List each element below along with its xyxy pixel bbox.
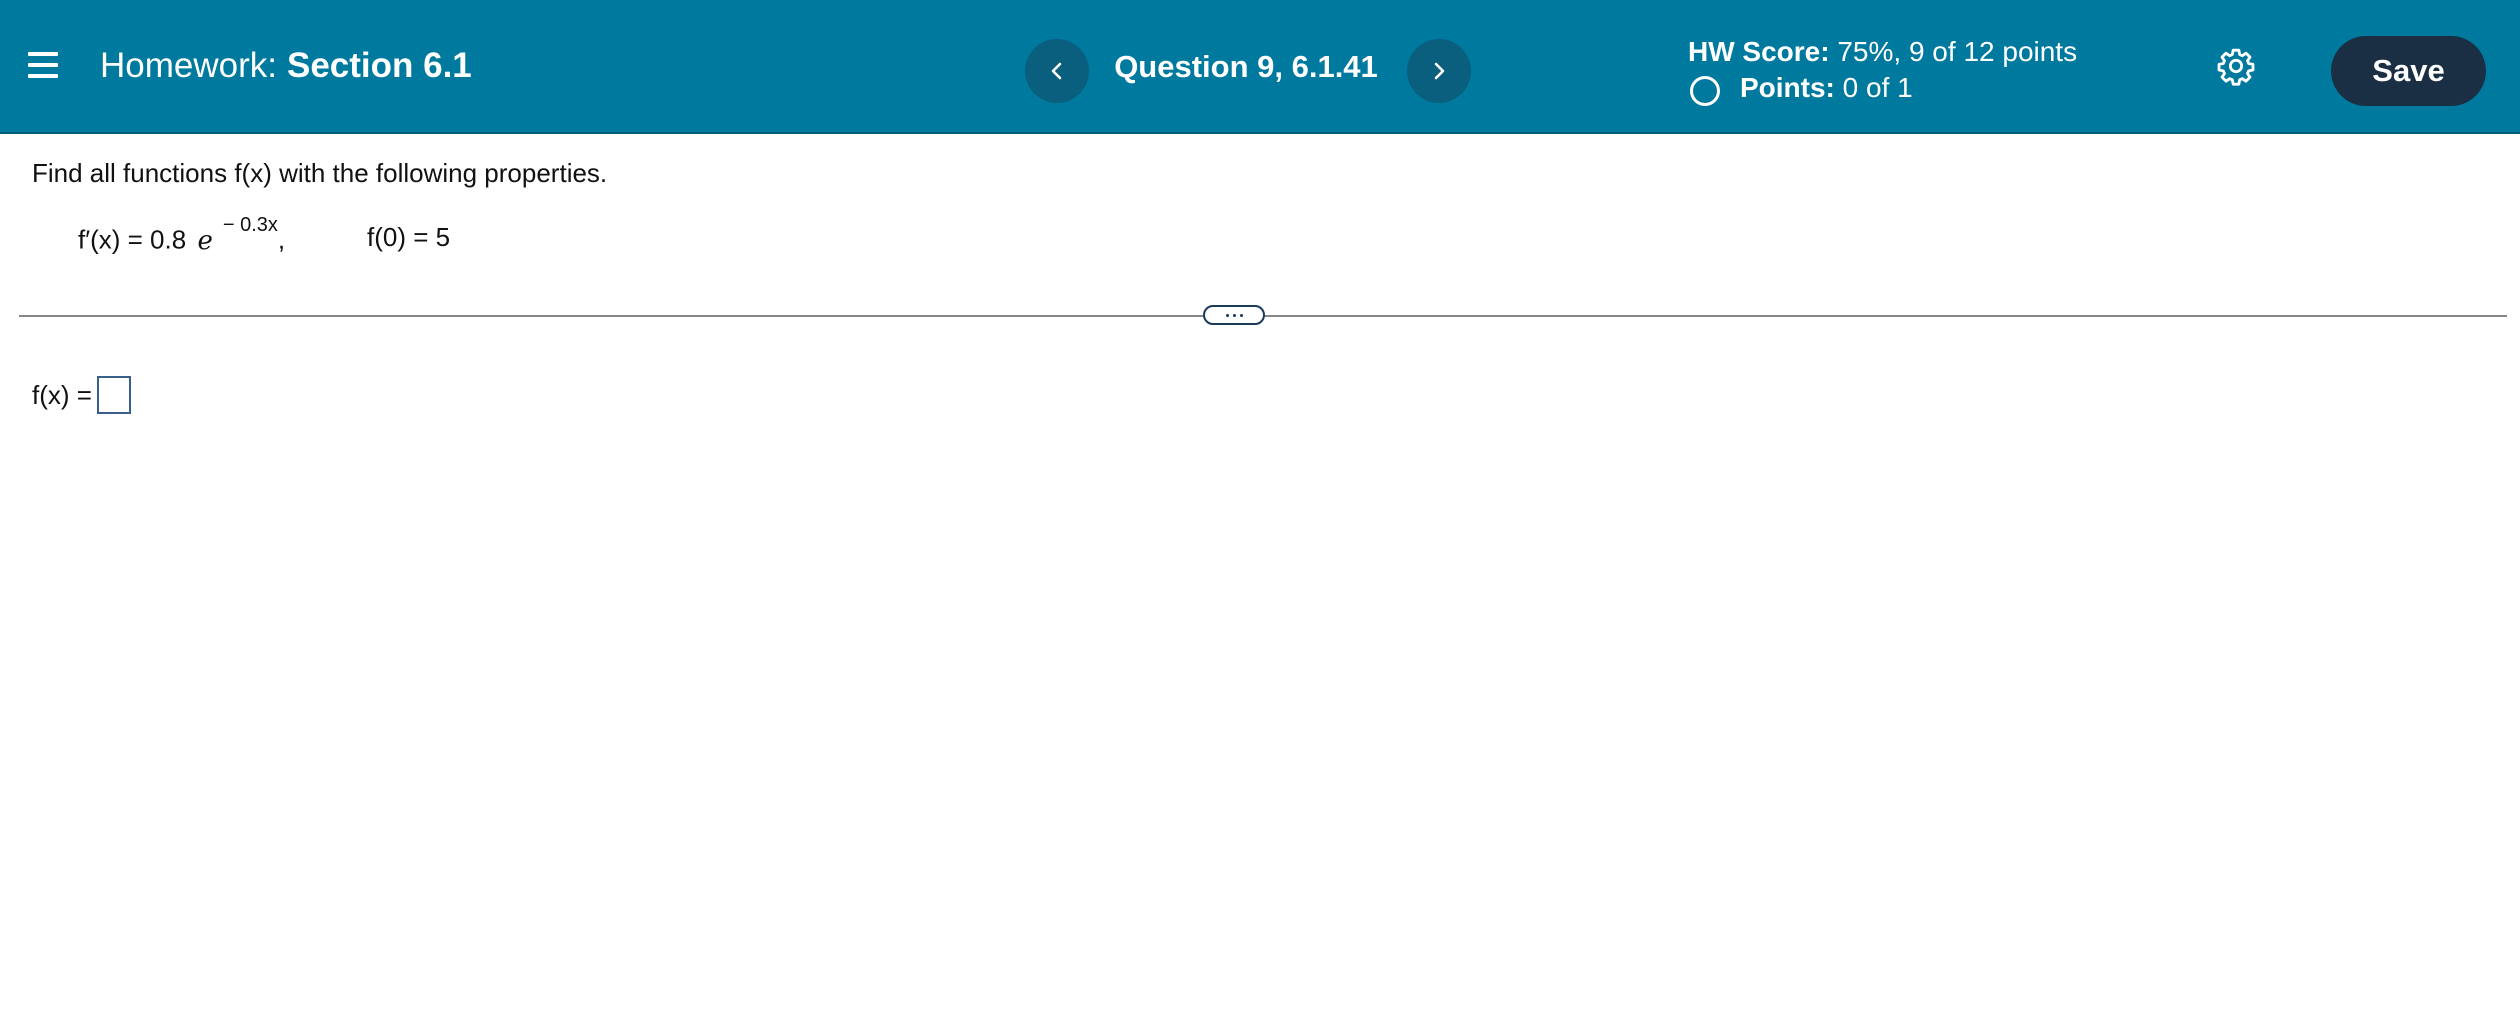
save-button[interactable]: Save bbox=[2331, 36, 2486, 106]
points-row: Points: 0 of 1 bbox=[1688, 70, 2077, 106]
hw-score-value: 75%, 9 of 12 points bbox=[1837, 36, 2078, 67]
points-value: 0 of 1 bbox=[1842, 72, 1913, 103]
homework-section-name: Section 6.1 bbox=[286, 46, 472, 85]
equation-separator: , bbox=[277, 224, 286, 255]
score-block: HW Score: 75%, 9 of 12 points Points: 0 … bbox=[1688, 34, 2077, 106]
euler-e: e bbox=[197, 225, 213, 256]
hw-score-row: HW Score: 75%, 9 of 12 points bbox=[1688, 34, 2077, 70]
previous-question-button[interactable] bbox=[1025, 39, 1089, 103]
chevron-left-icon bbox=[1051, 62, 1062, 80]
points-label: Points: bbox=[1740, 72, 1835, 103]
homework-title: Homework: Section 6.1 bbox=[100, 46, 472, 86]
answer-label: f(x) = bbox=[32, 380, 92, 410]
gear-icon bbox=[2217, 48, 2255, 86]
question-label: Question 9, 6.1.41 bbox=[1114, 49, 1378, 84]
derivative-equation: f′(x) = 0.8 e − 0.3x, bbox=[78, 214, 286, 256]
chevron-right-icon bbox=[1434, 62, 1445, 80]
more-dots-icon[interactable] bbox=[1203, 305, 1265, 325]
question-prompt: Find all functions f(x) with the followi… bbox=[32, 158, 608, 188]
initial-condition: f(0) = 5 bbox=[367, 222, 451, 252]
hw-score-label: HW Score: bbox=[1688, 36, 1830, 67]
exponent: − 0.3x bbox=[222, 214, 278, 236]
settings-button[interactable] bbox=[2216, 46, 2256, 86]
empty-circle-icon bbox=[1690, 76, 1720, 106]
answer-input[interactable] bbox=[97, 376, 131, 414]
derivative-lhs: f′(x) = 0.8 bbox=[78, 224, 187, 255]
top-bar: Homework: Section 6.1 Question 9, 6.1.41 … bbox=[0, 0, 2520, 134]
homework-title-prefix: Homework: bbox=[100, 46, 277, 85]
next-question-button[interactable] bbox=[1407, 39, 1471, 103]
hamburger-menu-icon[interactable] bbox=[22, 46, 66, 86]
